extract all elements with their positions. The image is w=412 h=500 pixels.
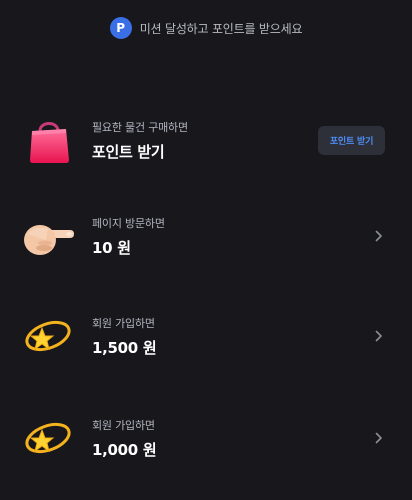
mission-title: 1,500 원 <box>92 338 157 357</box>
mission-subtitle: 페이지 방문하면 <box>92 216 165 230</box>
mission-title: 10 원 <box>92 238 131 257</box>
mission-item-signup[interactable]: 회원 가입하면 1,500 원 <box>0 301 412 371</box>
get-points-button[interactable]: 포인트 받기 <box>318 125 385 155</box>
mission-item-signup[interactable]: 회원 가입하면 1,000 원 <box>0 403 412 473</box>
mission-item-visit[interactable]: 페이지 방문하면 10 원 <box>0 201 412 271</box>
pointing-hand-icon <box>24 211 74 261</box>
mission-subtitle: 회원 가입하면 <box>92 316 155 330</box>
chevron-right-icon[interactable] <box>373 230 385 242</box>
header-text: 미션 달성하고 포인트를 받으세요 <box>139 21 303 36</box>
dizzy-star-icon <box>24 413 74 463</box>
mission-item-purchase[interactable]: 필요한 물건 구매하면 포인트 받기 포인트 받기 <box>0 105 412 175</box>
mission-text: 회원 가입하면 1,500 원 <box>92 315 157 358</box>
dizzy-star-icon <box>24 311 74 361</box>
mission-subtitle: 회원 가입하면 <box>92 418 155 432</box>
chevron-right-icon[interactable] <box>373 432 385 444</box>
mission-subtitle: 필요한 물건 구매하면 <box>92 120 188 134</box>
point-badge-icon: P <box>109 17 132 39</box>
mission-text: 회원 가입하면 1,000 원 <box>92 417 157 460</box>
mission-text: 필요한 물건 구매하면 포인트 받기 <box>92 119 188 162</box>
mission-text: 페이지 방문하면 10 원 <box>92 215 165 258</box>
header: P 미션 달성하고 포인트를 받으세요 <box>0 16 412 40</box>
mission-title: 포인트 받기 <box>92 142 165 161</box>
chevron-right-icon[interactable] <box>373 330 385 342</box>
mission-title: 1,000 원 <box>92 440 157 459</box>
shopping-bag-icon <box>24 115 74 165</box>
